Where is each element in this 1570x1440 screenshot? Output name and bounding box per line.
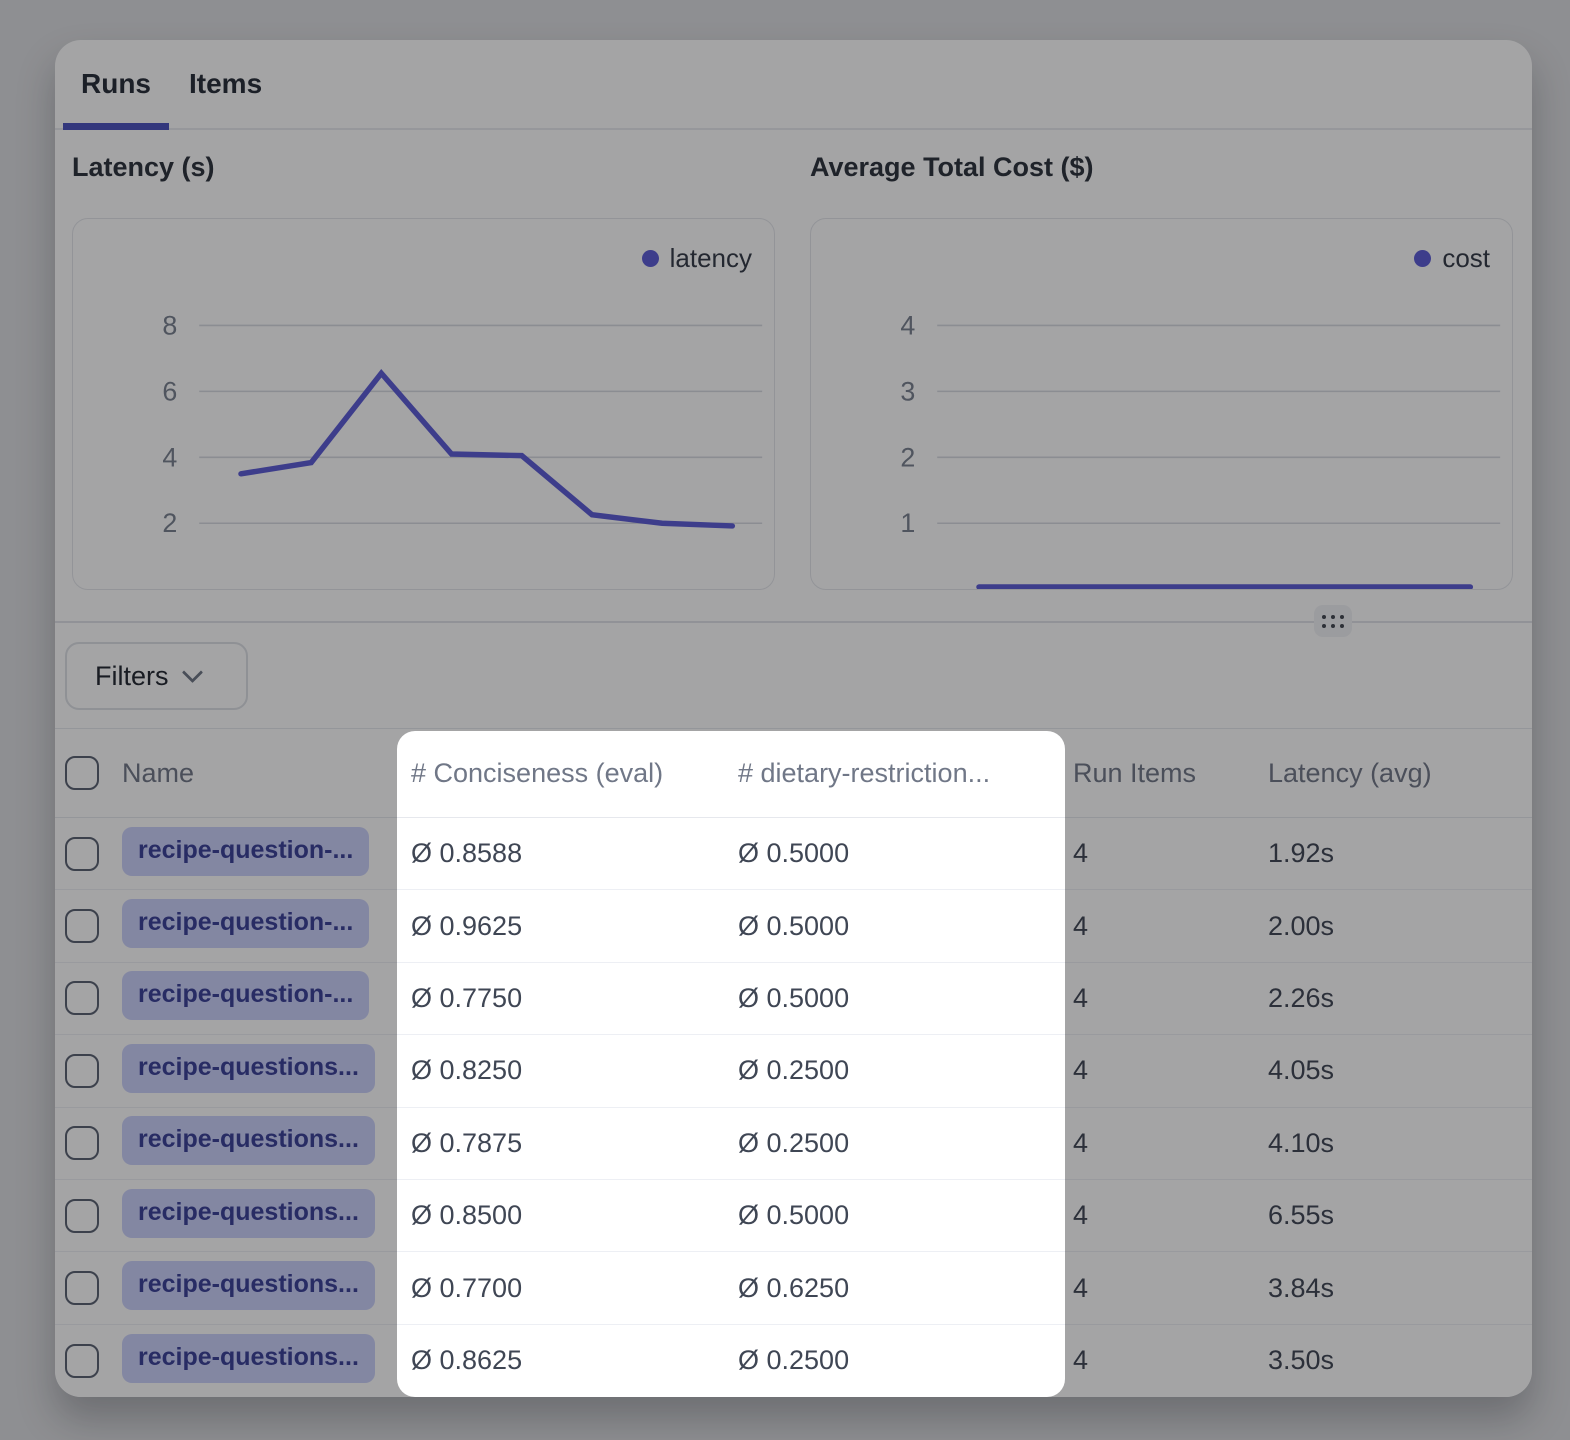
conciseness-avg-value: Ø 0.8500 — [411, 1200, 522, 1230]
run-items-count: 4 — [1073, 1055, 1088, 1085]
table-row: recipe-question-... Ø 0.9625 Ø 0.5000 4 … — [55, 890, 1532, 962]
row-checkbox[interactable] — [65, 1126, 99, 1160]
latency-avg-value: 4.05s — [1268, 1055, 1334, 1085]
run-items-count: 4 — [1073, 911, 1088, 941]
column-header-name[interactable]: Name — [110, 758, 397, 789]
svg-text:4: 4 — [900, 310, 915, 340]
resize-drag-handle[interactable] — [1314, 605, 1352, 637]
cost-legend-label: cost — [1442, 243, 1490, 274]
conciseness-avg-value: Ø 0.9625 — [411, 911, 522, 941]
latency-avg-value: 3.50s — [1268, 1345, 1334, 1375]
run-name-badge[interactable]: recipe-question-... — [122, 971, 369, 1020]
column-header-dietary-restriction[interactable]: # dietary-restriction... — [725, 758, 1065, 789]
chevron-down-icon — [181, 661, 202, 682]
run-name-badge[interactable]: recipe-questions... — [122, 1189, 375, 1238]
column-header-run-items[interactable]: Run Items — [1065, 758, 1255, 789]
latency-avg-value: 3.84s — [1268, 1273, 1334, 1303]
conciseness-avg-value: Ø 0.8625 — [411, 1345, 522, 1375]
run-name-badge[interactable]: recipe-questions... — [122, 1116, 375, 1165]
table-row: recipe-questions... Ø 0.8250 Ø 0.2500 4 … — [55, 1035, 1532, 1107]
run-items-count: 4 — [1073, 1345, 1088, 1375]
dietary-restriction-avg-value: Ø 0.5000 — [738, 983, 849, 1013]
table-row: recipe-questions... Ø 0.8500 Ø 0.5000 4 … — [55, 1180, 1532, 1252]
dietary-restriction-avg-value: Ø 0.2500 — [738, 1345, 849, 1375]
cost-legend-dot — [1414, 250, 1431, 267]
conciseness-avg-value: Ø 0.7875 — [411, 1128, 522, 1158]
dietary-restriction-avg-value: Ø 0.5000 — [738, 838, 849, 868]
cost-chart-card: 4 3 2 1 cost — [810, 218, 1513, 590]
section-divider — [55, 621, 1532, 623]
row-checkbox[interactable] — [65, 837, 99, 871]
conciseness-avg-value: Ø 0.8250 — [411, 1055, 522, 1085]
svg-text:3: 3 — [900, 376, 915, 406]
tab-runs[interactable]: Runs — [63, 40, 169, 128]
cost-line-chart: 4 3 2 1 — [811, 219, 1512, 589]
latency-avg-value: 4.10s — [1268, 1128, 1334, 1158]
latency-legend-label: latency — [670, 243, 752, 274]
run-name-badge[interactable]: recipe-questions... — [122, 1334, 375, 1383]
run-name-badge[interactable]: recipe-questions... — [122, 1044, 375, 1093]
filters-button[interactable]: Filters — [65, 642, 248, 710]
runs-table: Name # Conciseness (eval) # dietary-rest… — [55, 728, 1532, 1397]
table-row: recipe-question-... Ø 0.8588 Ø 0.5000 4 … — [55, 818, 1532, 890]
latency-avg-value: 1.92s — [1268, 838, 1334, 868]
tab-items-label: Items — [189, 68, 262, 100]
svg-text:8: 8 — [162, 310, 177, 340]
column-header-conciseness[interactable]: # Conciseness (eval) — [397, 758, 725, 789]
svg-text:6: 6 — [162, 376, 177, 406]
run-items-count: 4 — [1073, 838, 1088, 868]
cost-chart-title: Average Total Cost ($) — [810, 152, 1094, 183]
row-checkbox[interactable] — [65, 981, 99, 1015]
row-checkbox[interactable] — [65, 1199, 99, 1233]
conciseness-avg-value: Ø 0.7750 — [411, 983, 522, 1013]
dietary-restriction-avg-value: Ø 0.2500 — [738, 1055, 849, 1085]
table-row: recipe-questions... Ø 0.7700 Ø 0.6250 4 … — [55, 1252, 1532, 1324]
latency-chart-card: 8 6 4 2 latency — [72, 218, 775, 590]
conciseness-avg-value: Ø 0.8588 — [411, 838, 522, 868]
latency-avg-value: 2.00s — [1268, 911, 1334, 941]
svg-text:1: 1 — [900, 508, 915, 538]
latency-legend-dot — [642, 250, 659, 267]
filters-button-label: Filters — [95, 661, 169, 692]
tab-bar: Runs Items — [55, 40, 1532, 130]
dietary-restriction-avg-value: Ø 0.2500 — [738, 1128, 849, 1158]
tab-items[interactable]: Items — [171, 40, 280, 128]
table-header: Name # Conciseness (eval) # dietary-rest… — [55, 728, 1532, 818]
table-row: recipe-question-... Ø 0.7750 Ø 0.5000 4 … — [55, 963, 1532, 1035]
latency-chart-title: Latency (s) — [72, 152, 215, 183]
run-items-count: 4 — [1073, 1128, 1088, 1158]
svg-text:2: 2 — [900, 442, 915, 472]
runs-panel: Runs Items Latency (s) Average Total Cos… — [55, 40, 1532, 1397]
run-items-count: 4 — [1073, 1200, 1088, 1230]
run-name-badge[interactable]: recipe-questions... — [122, 1261, 375, 1310]
active-tab-indicator — [63, 123, 169, 130]
column-header-latency-avg[interactable]: Latency (avg) — [1255, 758, 1532, 789]
svg-text:4: 4 — [162, 442, 177, 472]
run-name-badge[interactable]: recipe-question-... — [122, 899, 369, 948]
app-screen: Runs Items Latency (s) Average Total Cos… — [0, 0, 1570, 1440]
row-checkbox[interactable] — [65, 1054, 99, 1088]
table-body: recipe-question-... Ø 0.8588 Ø 0.5000 4 … — [55, 818, 1532, 1397]
row-checkbox[interactable] — [65, 1344, 99, 1378]
dietary-restriction-avg-value: Ø 0.5000 — [738, 1200, 849, 1230]
run-items-count: 4 — [1073, 1273, 1088, 1303]
drag-dots-icon — [1322, 615, 1326, 619]
select-all-checkbox[interactable] — [65, 756, 99, 790]
row-checkbox[interactable] — [65, 1271, 99, 1305]
table-row: recipe-questions... Ø 0.8625 Ø 0.2500 4 … — [55, 1325, 1532, 1397]
row-checkbox[interactable] — [65, 909, 99, 943]
latency-avg-value: 2.26s — [1268, 983, 1334, 1013]
latency-legend: latency — [642, 243, 752, 274]
dietary-restriction-avg-value: Ø 0.5000 — [738, 911, 849, 941]
tab-runs-label: Runs — [81, 68, 151, 100]
latency-line-chart: 8 6 4 2 — [73, 219, 774, 589]
run-items-count: 4 — [1073, 983, 1088, 1013]
run-name-badge[interactable]: recipe-question-... — [122, 827, 369, 876]
table-row: recipe-questions... Ø 0.7875 Ø 0.2500 4 … — [55, 1108, 1532, 1180]
cost-legend: cost — [1414, 243, 1490, 274]
latency-avg-value: 6.55s — [1268, 1200, 1334, 1230]
svg-text:2: 2 — [162, 508, 177, 538]
conciseness-avg-value: Ø 0.7700 — [411, 1273, 522, 1303]
dietary-restriction-avg-value: Ø 0.6250 — [738, 1273, 849, 1303]
